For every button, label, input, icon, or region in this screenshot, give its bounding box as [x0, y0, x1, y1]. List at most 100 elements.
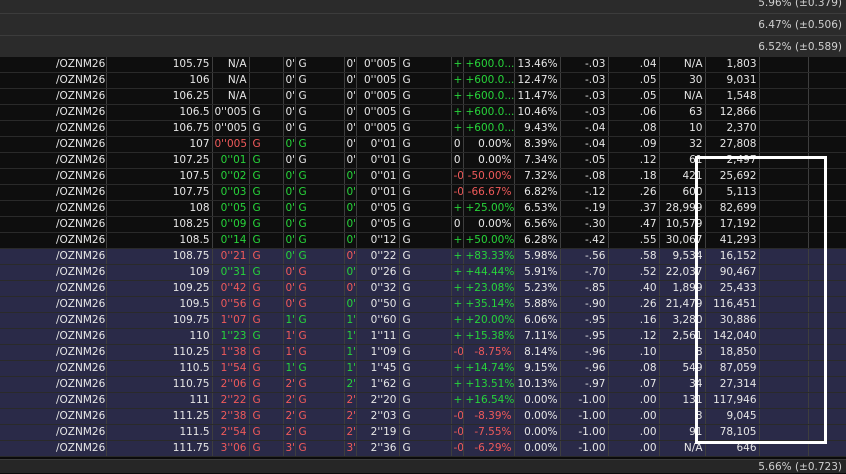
percent-change-cell[interactable]: -66.67%: [463, 184, 515, 201]
ask-cell[interactable]: 0''02: [283, 136, 296, 153]
bid-cell[interactable]: N/A: [212, 88, 250, 105]
delta-cell[interactable]: -.30: [560, 216, 609, 233]
empty-cell[interactable]: [759, 408, 809, 425]
volume-cell[interactable]: 1,899: [659, 280, 706, 297]
mark-exchange-cell[interactable]: G: [399, 328, 452, 345]
ask-cell[interactable]: 2''39: [283, 408, 296, 425]
symbol-cell[interactable]: /OZNM26: [0, 424, 107, 441]
mark-cell[interactable]: 0''01: [356, 184, 400, 201]
net-change-cell[interactable]: +0''21: [451, 392, 464, 409]
implied-vol-cell[interactable]: 6.53%: [514, 200, 561, 217]
delta-cell[interactable]: -.03: [560, 88, 609, 105]
implied-vol-cell[interactable]: 10.46%: [514, 104, 561, 121]
strike-cell[interactable]: 111.5: [106, 424, 213, 441]
strike-cell[interactable]: 110.25: [106, 344, 213, 361]
ask-cell[interactable]: 3''07: [283, 440, 296, 457]
gamma-cell[interactable]: .05: [608, 72, 660, 89]
net-change-cell[interactable]: 0: [451, 216, 464, 233]
ask-exchange-cell[interactable]: G: [295, 152, 345, 169]
gamma-cell[interactable]: .10: [608, 344, 660, 361]
net-change-cell[interactable]: +0''005: [451, 104, 464, 121]
mark-cell[interactable]: 0''12: [356, 232, 400, 249]
last-cell[interactable]: 0''015: [344, 72, 357, 89]
volume-cell[interactable]: 30: [659, 72, 706, 89]
bid-exchange-cell[interactable]: G: [249, 392, 284, 409]
delta-cell[interactable]: -.42: [560, 232, 609, 249]
bid-cell[interactable]: 0''05: [212, 200, 250, 217]
gamma-cell[interactable]: .26: [608, 296, 660, 313]
percent-change-cell[interactable]: +600.0...: [463, 72, 515, 89]
mark-cell[interactable]: 0''01: [356, 136, 400, 153]
table-row[interactable]: /OZNM26111.252''38G2''39G2''392''03G-0''…: [0, 408, 846, 425]
table-row[interactable]: /OZNM26109.751''07G1''09G1''0850''60G+0'…: [0, 312, 846, 329]
mark-cell[interactable]: 0''01: [356, 152, 400, 169]
volume-cell[interactable]: 10,579: [659, 216, 706, 233]
ask-cell[interactable]: 0''07: [283, 200, 296, 217]
volume-cell[interactable]: 22,037: [659, 264, 706, 281]
symbol-cell[interactable]: /OZNM26: [0, 216, 107, 233]
last-cell[interactable]: 1''565: [344, 360, 357, 377]
gamma-cell[interactable]: .58: [608, 248, 660, 265]
mark-exchange-cell[interactable]: G: [399, 392, 452, 409]
implied-vol-cell[interactable]: 5.88%: [514, 296, 561, 313]
ask-exchange-cell[interactable]: G: [295, 296, 345, 313]
open-interest-cell[interactable]: 2,497: [705, 152, 760, 169]
header-row-1[interactable]: 5.96% (±0.379): [0, 0, 846, 14]
ask-exchange-cell[interactable]: G: [295, 424, 345, 441]
percent-change-cell[interactable]: +25.00%: [463, 200, 515, 217]
ask-exchange-cell[interactable]: G: [295, 88, 345, 105]
mark-exchange-cell[interactable]: G: [399, 120, 452, 137]
mark-exchange-cell[interactable]: G: [399, 360, 452, 377]
strike-cell[interactable]: 110: [106, 328, 213, 345]
gamma-cell[interactable]: .08: [608, 120, 660, 137]
ask-exchange-cell[interactable]: G: [295, 264, 345, 281]
strike-cell[interactable]: 109.5: [106, 296, 213, 313]
implied-vol-cell[interactable]: 6.82%: [514, 184, 561, 201]
mark-exchange-cell[interactable]: G: [399, 424, 452, 441]
last-cell[interactable]: 0''015: [344, 104, 357, 121]
strike-cell[interactable]: 111.75: [106, 440, 213, 457]
net-change-cell[interactable]: +0''14: [451, 360, 464, 377]
header-row-3[interactable]: 6.52% (±0.589): [0, 36, 846, 58]
gamma-cell[interactable]: .18: [608, 168, 660, 185]
table-row[interactable]: /OZNM26108.250''09G0''10G0''090''05G00.0…: [0, 216, 846, 233]
symbol-cell[interactable]: /OZNM26: [0, 376, 107, 393]
mark-exchange-cell[interactable]: G: [399, 440, 452, 457]
mark-cell[interactable]: 1''62: [356, 376, 400, 393]
implied-vol-cell[interactable]: 9.43%: [514, 120, 561, 137]
bid-cell[interactable]: 0''03: [212, 184, 250, 201]
strike-cell[interactable]: 109: [106, 264, 213, 281]
open-interest-cell[interactable]: 25,692: [705, 168, 760, 185]
table-row[interactable]: /OZNM26109.50''56G0''58G0''570''50G+0''1…: [0, 296, 846, 313]
empty-cell[interactable]: [759, 264, 809, 281]
mark-exchange-cell[interactable]: G: [399, 280, 452, 297]
table-row[interactable]: /OZNM26106N/A0''005G0''0150''005G+0''005…: [0, 72, 846, 89]
bid-exchange-cell[interactable]: G: [249, 440, 284, 457]
volume-cell[interactable]: 3: [659, 408, 706, 425]
bid-exchange-cell[interactable]: G: [249, 328, 284, 345]
table-row[interactable]: /OZNM26106.750''005G0''01G0''0150''005G+…: [0, 120, 846, 137]
bid-cell[interactable]: N/A: [212, 72, 250, 89]
open-interest-cell[interactable]: 117,946: [705, 392, 760, 409]
table-row[interactable]: /OZNM26105.75N/A0''005G0''0150''005G+0''…: [0, 57, 846, 73]
percent-change-cell[interactable]: +50.00%: [463, 232, 515, 249]
symbol-cell[interactable]: /OZNM26: [0, 120, 107, 137]
open-interest-cell[interactable]: 116,451: [705, 296, 760, 313]
bid-exchange-cell[interactable]: G: [249, 312, 284, 329]
last-cell[interactable]: 0''42: [344, 280, 357, 297]
implied-vol-cell[interactable]: 5.91%: [514, 264, 561, 281]
open-interest-cell[interactable]: 30,886: [705, 312, 760, 329]
ask-exchange-cell[interactable]: G: [295, 216, 345, 233]
percent-change-cell[interactable]: 0.00%: [463, 152, 515, 169]
volume-cell[interactable]: N/A: [659, 440, 706, 457]
bid-cell[interactable]: 1''38: [212, 344, 250, 361]
strike-cell[interactable]: 107.75: [106, 184, 213, 201]
open-interest-cell[interactable]: 18,850: [705, 344, 760, 361]
ask-cell[interactable]: 2''23: [283, 392, 296, 409]
bid-exchange-cell[interactable]: G: [249, 216, 284, 233]
symbol-cell[interactable]: /OZNM26: [0, 296, 107, 313]
table-row[interactable]: /OZNM26110.752''06G2''08G2''0851''62G+0'…: [0, 376, 846, 393]
net-change-cell[interactable]: +0''005: [451, 88, 464, 105]
empty-cell[interactable]: [759, 440, 809, 457]
bid-exchange-cell[interactable]: G: [249, 280, 284, 297]
